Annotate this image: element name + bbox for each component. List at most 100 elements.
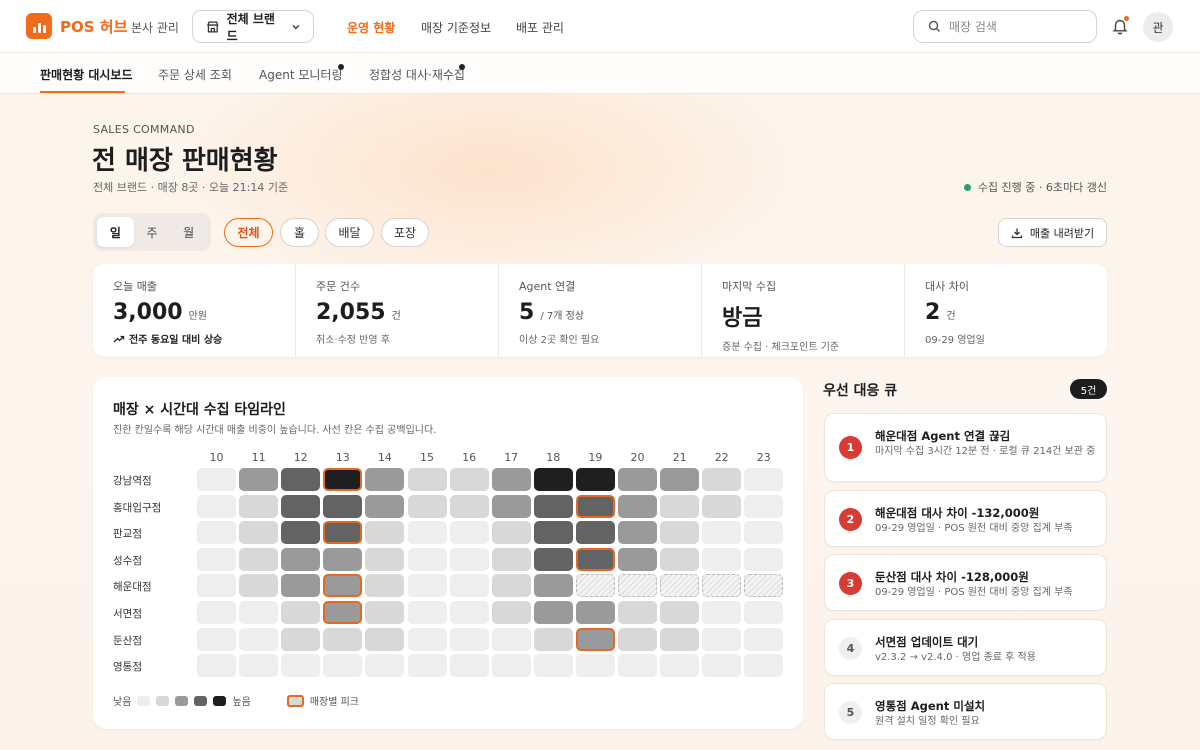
heatmap-cell[interactable] [407,601,447,624]
heatmap-cell[interactable] [407,627,447,651]
heatmap-cell[interactable] [491,654,531,678]
heatmap-cell[interactable] [449,601,489,624]
channel-all[interactable]: 전체 [224,218,273,247]
heatmap-cell[interactable] [575,521,615,545]
heatmap-cell[interactable] [239,468,279,491]
heatmap-cell[interactable] [239,601,279,624]
heatmap-cell[interactable] [197,468,236,491]
queue-item[interactable]: 1 해운대점 Agent 연결 끊김 마지막 수집 3시간 12분 전 · 로컬 큐… [824,413,1107,482]
heatmap-cell[interactable] [533,547,573,571]
heatmap-cell[interactable] [702,468,742,491]
heatmap-cell[interactable] [702,494,742,518]
heatmap-cell[interactable] [744,627,784,651]
heatmap-cell[interactable] [491,494,531,518]
heatmap-cell[interactable] [449,547,489,571]
heatmap-peak-cell[interactable] [575,494,615,518]
heatmap-cell[interactable] [618,627,657,651]
period-month[interactable]: 월 [170,217,207,247]
period-week[interactable]: 주 [134,217,171,247]
heatmap-cell[interactable] [197,521,236,545]
heatmap-cell[interactable] [660,494,700,518]
heatmap-cell[interactable] [365,494,405,518]
heatmap-cell[interactable] [660,601,700,624]
heatmap-cell[interactable] [533,574,573,598]
heatmap-cell[interactable] [491,521,531,545]
heatmap-cell[interactable] [197,547,236,571]
nav-store-master[interactable]: 매장 기준정보 [421,19,491,36]
heatmap-cell[interactable] [618,601,657,624]
heatmap-cell[interactable] [239,521,279,545]
tab-reconcile[interactable]: 정합성 대사·재수집 [369,66,465,83]
heatmap-cell[interactable] [239,654,279,678]
heatmap-cell[interactable] [407,521,447,545]
heatmap-cell[interactable] [575,601,615,624]
heatmap-cell[interactable] [575,654,615,678]
avatar[interactable]: 관 [1143,12,1173,42]
heatmap-cell[interactable] [365,521,405,545]
brand-select[interactable]: 전체 브랜드 [192,10,314,43]
heatmap-cell[interactable] [702,521,742,545]
heatmap-cell[interactable] [449,468,489,491]
heatmap-cell[interactable] [618,654,657,678]
heatmap-cell[interactable] [365,654,405,678]
heatmap-cell[interactable] [449,574,489,598]
store-search[interactable]: 매장 검색 [913,10,1097,43]
heatmap-cell[interactable] [618,494,657,518]
heatmap-cell[interactable] [533,521,573,545]
heatmap-cell[interactable] [702,654,742,678]
heatmap-cell[interactable] [660,468,700,491]
heatmap-gap-cell[interactable] [744,574,784,598]
heatmap-cell[interactable] [281,627,321,651]
download-sales-button[interactable]: 매출 내려받기 [998,218,1107,247]
heatmap-cell[interactable] [407,494,447,518]
heatmap-cell[interactable] [660,654,700,678]
heatmap-cell[interactable] [197,494,236,518]
heatmap-cell[interactable] [449,627,489,651]
heatmap-cell[interactable] [197,574,236,598]
heatmap-cell[interactable] [744,547,784,571]
heatmap-gap-cell[interactable] [618,574,657,598]
heatmap-peak-cell[interactable] [323,521,363,545]
heatmap-cell[interactable] [491,574,531,598]
heatmap-cell[interactable] [407,547,447,571]
heatmap-cell[interactable] [197,654,236,678]
queue-item[interactable]: 2 해운대점 대사 차이 -132,000원 09-29 영업일 · POS 원천 … [824,490,1107,547]
heatmap-cell[interactable] [744,494,784,518]
channel-takeout[interactable]: 포장 [381,218,429,247]
heatmap-cell[interactable] [323,547,363,571]
heatmap-cell[interactable] [491,547,531,571]
heatmap-cell[interactable] [281,654,321,678]
heatmap-cell[interactable] [744,468,784,491]
heatmap-cell[interactable] [323,654,363,678]
tab-agent-monitoring[interactable]: Agent 모니터링 [259,66,343,83]
heatmap-cell[interactable] [281,468,321,491]
heatmap-cell[interactable] [239,627,279,651]
heatmap-cell[interactable] [281,574,321,598]
heatmap-cell[interactable] [365,547,405,571]
heatmap-cell[interactable] [533,627,573,651]
queue-item[interactable]: 3 둔산점 대사 차이 -128,000원 09-29 영업일 · POS 원천 대… [824,554,1107,611]
heatmap-cell[interactable] [239,574,279,598]
queue-item[interactable]: 5 영통점 Agent 미설치 원격 설치 일정 확인 필요 [824,683,1107,740]
heatmap-peak-cell[interactable] [323,601,363,624]
heatmap-peak-cell[interactable] [575,627,615,651]
heatmap-gap-cell[interactable] [660,574,700,598]
period-day[interactable]: 일 [97,217,134,247]
heatmap-cell[interactable] [660,521,700,545]
heatmap-cell[interactable] [407,574,447,598]
heatmap-cell[interactable] [744,654,784,678]
heatmap-cell[interactable] [449,494,489,518]
channel-delivery[interactable]: 배달 [325,218,374,247]
channel-hall[interactable]: 홀 [280,218,319,247]
heatmap-cell[interactable] [575,468,615,491]
heatmap-cell[interactable] [407,654,447,678]
heatmap-cell[interactable] [365,574,405,598]
heatmap-cell[interactable] [407,468,447,491]
heatmap-cell[interactable] [365,468,405,491]
tab-order-detail[interactable]: 주문 상세 조회 [158,66,232,83]
heatmap-gap-cell[interactable] [575,574,615,598]
heatmap-cell[interactable] [660,547,700,571]
heatmap-cell[interactable] [533,468,573,491]
heatmap-cell[interactable] [744,601,784,624]
heatmap-peak-cell[interactable] [323,574,363,598]
